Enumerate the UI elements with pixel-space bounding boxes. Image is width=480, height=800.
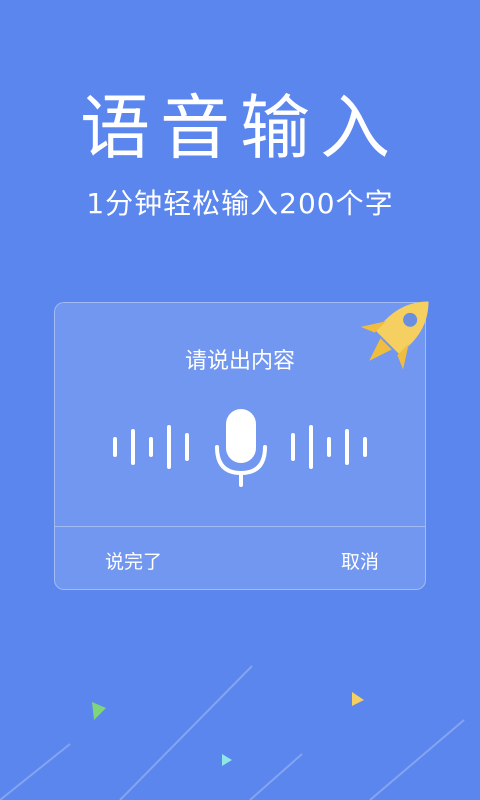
microphone-icon[interactable] [213, 407, 269, 487]
page-subtitle: 1分钟轻松输入200个字 [86, 187, 394, 220]
rocket-icon [360, 301, 429, 370]
dialog-divider [55, 526, 425, 527]
page-title: 语音输入 [80, 87, 400, 169]
done-button[interactable]: 说完了 [105, 547, 162, 574]
cancel-button[interactable]: 取消 [341, 547, 379, 574]
decorative-background [0, 665, 465, 800]
